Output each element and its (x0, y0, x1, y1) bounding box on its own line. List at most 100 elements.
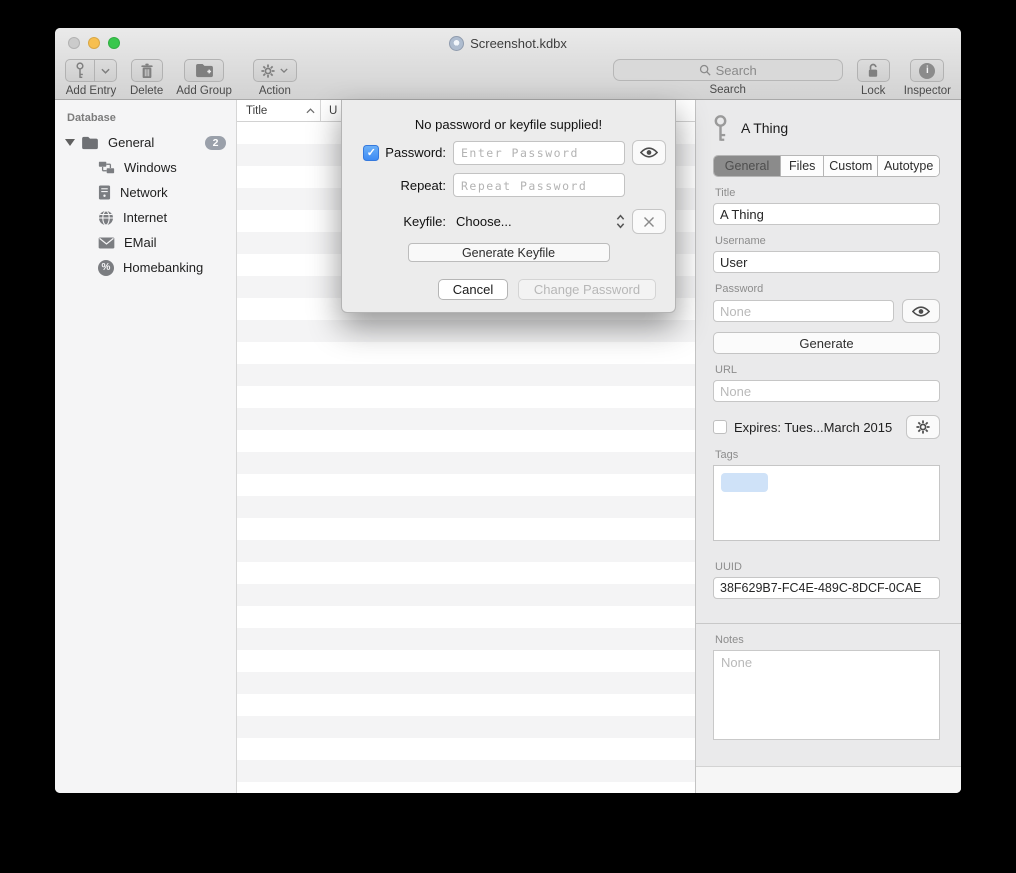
network-computers-icon (98, 161, 115, 174)
username-field-label: Username (715, 235, 938, 247)
inspector-tabs: General Files Custom Autotype (713, 155, 940, 177)
password-field-label: Password (715, 283, 938, 295)
tag-token[interactable] (721, 473, 768, 492)
url-field[interactable] (713, 380, 940, 402)
dialog-password-input[interactable] (453, 141, 625, 165)
add-entry-button[interactable] (65, 59, 117, 82)
tab-general[interactable]: General (714, 156, 780, 176)
action-toolbar-item: Action (253, 59, 297, 100)
lock-label: Lock (861, 85, 885, 97)
disclosure-triangle-icon[interactable] (65, 139, 75, 146)
titlebar: Screenshot.kdbx (55, 28, 961, 58)
password-field[interactable] (713, 300, 894, 322)
percent-icon: % (98, 260, 114, 276)
trash-icon (140, 63, 154, 79)
column-header-title[interactable]: Title (237, 100, 321, 121)
traffic-lights (68, 37, 120, 49)
reveal-password-button[interactable] (902, 299, 940, 323)
search-input[interactable]: Search (613, 59, 843, 81)
gear-icon (916, 420, 930, 434)
stepper-updown-icon (616, 214, 625, 229)
notes-section: Notes (696, 623, 961, 743)
username-field[interactable] (713, 251, 940, 273)
uuid-field[interactable] (713, 577, 940, 599)
sidebar-section-header: Database (55, 108, 236, 130)
action-button[interactable] (253, 59, 297, 82)
dialog-repeat-label: Repeat: (400, 178, 446, 193)
sidebar-item-windows[interactable]: Windows (55, 155, 236, 180)
password-checkbox[interactable]: ✓ (363, 145, 379, 161)
sidebar-item-email[interactable]: EMail (55, 230, 236, 255)
window-title: Screenshot.kdbx (449, 36, 567, 51)
column-header-username[interactable]: U (321, 105, 337, 117)
cancel-button[interactable]: Cancel (438, 279, 508, 300)
server-icon (98, 185, 111, 200)
expires-label: Expires: Tues...March 2015 (734, 420, 892, 435)
sidebar-item-internet[interactable]: Internet (55, 205, 236, 230)
generate-keyfile-button[interactable]: Generate Keyfile (408, 243, 610, 262)
change-password-button[interactable]: Change Password (518, 279, 656, 300)
info-icon: i (919, 63, 935, 79)
search-label: Search (709, 84, 745, 96)
gear-icon (261, 64, 275, 78)
dialog-keyfile-label: Keyfile: (403, 214, 446, 229)
sidebar-item-label: Network (120, 185, 168, 200)
sidebar: Database General 2 Windows Network Inter… (55, 100, 237, 793)
delete-toolbar-item: Delete (130, 59, 163, 100)
check-icon: ✓ (367, 146, 376, 159)
globe-icon (98, 210, 114, 226)
add-entry-label: Add Entry (66, 85, 117, 97)
tab-custom[interactable]: Custom (823, 156, 877, 176)
column-username-label: U (329, 105, 337, 117)
tags-label: Tags (715, 449, 938, 461)
app-window: Screenshot.kdbx Add Entry D (55, 28, 961, 793)
add-entry-toolbar-item: Add Entry (65, 59, 117, 100)
delete-button[interactable] (131, 59, 163, 82)
key-icon (713, 113, 728, 144)
add-group-button[interactable] (184, 59, 224, 82)
clear-keyfile-button[interactable] (632, 209, 666, 234)
delete-label: Delete (130, 85, 163, 97)
inspector-toolbar-item: i Inspector (904, 59, 951, 97)
search-placeholder: Search (716, 63, 757, 78)
inspector-footer (696, 766, 961, 793)
expires-settings-button[interactable] (906, 415, 940, 439)
window-title-text: Screenshot.kdbx (470, 36, 567, 51)
notes-field[interactable] (713, 650, 940, 740)
entry-count-badge: 2 (205, 136, 226, 150)
chevron-down-icon (280, 68, 288, 73)
generate-password-button[interactable]: Generate (713, 332, 940, 354)
inspector-button[interactable]: i (910, 59, 944, 82)
tab-files[interactable]: Files (780, 156, 823, 176)
minimize-button[interactable] (88, 37, 100, 49)
sidebar-item-network[interactable]: Network (55, 180, 236, 205)
window-chrome: Screenshot.kdbx Add Entry D (55, 28, 961, 100)
sort-ascending-icon (306, 108, 315, 114)
sidebar-item-general[interactable]: General 2 (55, 130, 236, 155)
keyfile-popup-value: Choose... (456, 214, 512, 229)
envelope-icon (98, 237, 115, 249)
dialog-repeat-input[interactable] (453, 173, 625, 197)
search-icon (699, 64, 711, 76)
close-button[interactable] (68, 37, 80, 49)
lock-toolbar-item: Lock (857, 59, 890, 97)
add-entry-dropdown[interactable] (94, 60, 116, 81)
dialog-reveal-password-button[interactable] (632, 140, 666, 165)
uuid-label: UUID (715, 561, 938, 573)
key-plus-icon[interactable] (66, 60, 94, 81)
lock-button[interactable] (857, 59, 890, 82)
sidebar-item-homebanking[interactable]: % Homebanking (55, 255, 236, 280)
inspector-label: Inspector (904, 85, 951, 97)
search-toolbar-item: Search Search (613, 59, 843, 96)
expires-row: Expires: Tues...March 2015 (713, 415, 940, 439)
tab-autotype[interactable]: Autotype (877, 156, 939, 176)
document-proxy-icon (449, 36, 464, 51)
keyfile-popup[interactable]: Choose... (453, 214, 625, 229)
zoom-button[interactable] (108, 37, 120, 49)
sidebar-item-label: General (108, 135, 154, 150)
tags-box[interactable] (713, 465, 940, 541)
eye-icon (912, 306, 930, 317)
title-field[interactable] (713, 203, 940, 225)
folder-plus-icon (195, 63, 214, 78)
expires-checkbox[interactable] (713, 420, 727, 434)
